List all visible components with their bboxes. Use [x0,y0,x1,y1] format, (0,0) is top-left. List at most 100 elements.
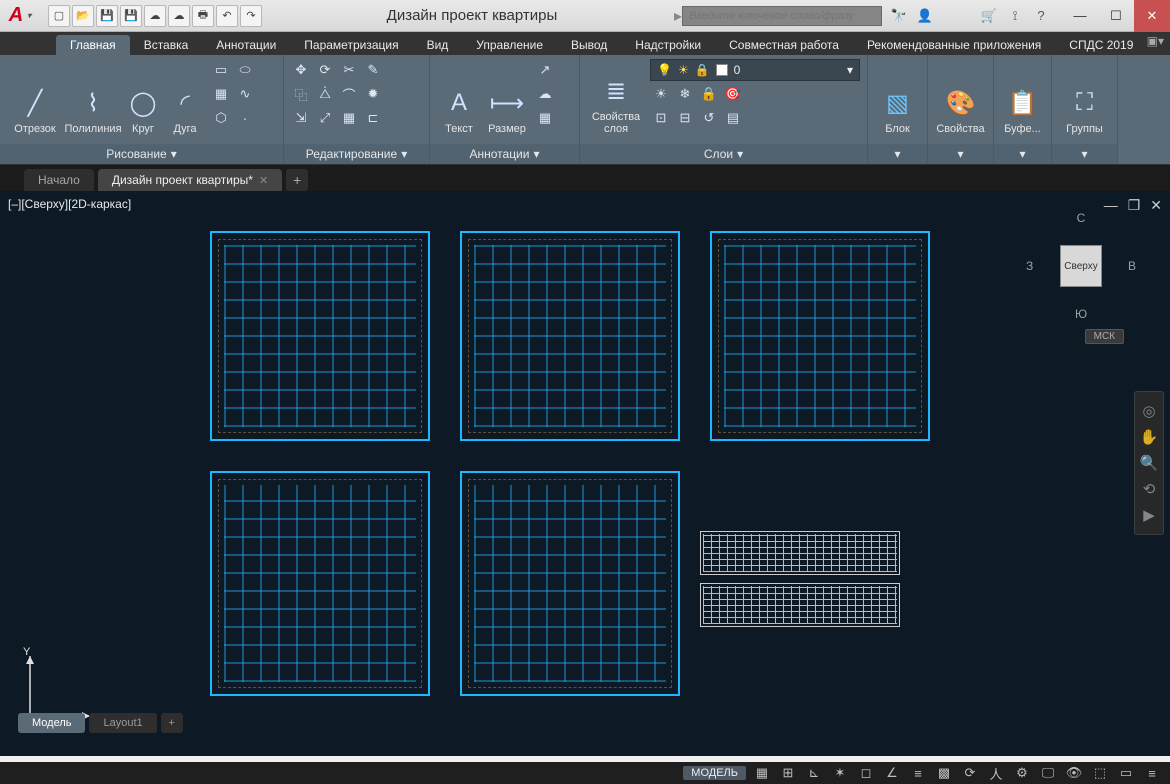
point-icon[interactable]: · [234,107,256,129]
transparency-icon[interactable]: ▩ [934,764,954,782]
array-icon[interactable]: ▦ [338,107,360,129]
workspace-icon[interactable]: ⚙ [1012,764,1032,782]
isolate-icon[interactable]: 👁 [1064,764,1084,782]
open-icon[interactable]: 📂 [72,5,94,27]
floor-plan-4[interactable] [210,471,430,696]
layer-props-button[interactable]: ≣Свойства слоя [586,59,646,137]
app-store-icon[interactable]: 🛒 [980,7,998,25]
layer-lock-icon[interactable]: 🔒 [698,83,720,105]
tab-output[interactable]: Вывод [557,35,621,55]
cloud-icon[interactable]: ☁ [534,83,556,105]
osnap-icon[interactable]: ◻ [856,764,876,782]
table-icon[interactable]: ▦ [534,107,556,129]
close-tab-icon[interactable]: ✕ [259,174,268,187]
viewcube-west[interactable]: З [1026,259,1033,273]
ribbon-collapse-icon[interactable]: ▣▾ [1147,34,1164,48]
signin-icon[interactable]: 👤 [916,7,934,25]
panel-annotation-title[interactable]: Аннотации▾ [430,144,579,164]
layout-tab-model[interactable]: Модель [18,713,85,733]
otrack-icon[interactable]: ∠ [882,764,902,782]
offset-icon[interactable]: ⊏ [362,107,384,129]
viewcube-south[interactable]: Ю [1075,307,1087,321]
erase-icon[interactable]: ✎ [362,59,384,81]
orbit-icon[interactable]: ⟲ [1143,480,1156,498]
polygon-icon[interactable]: ⬡ [210,107,232,129]
polar-icon[interactable]: ✶ [830,764,850,782]
tab-featured[interactable]: Рекомендованные приложения [853,35,1055,55]
viewcube-face[interactable]: Сверху [1060,245,1102,287]
panel-draw-title[interactable]: Рисование▾ [0,144,283,164]
ellipse-icon[interactable]: ⬭ [234,59,256,81]
a360-icon[interactable]: ⟟ [1006,7,1024,25]
pan-icon[interactable]: ✋ [1140,428,1159,446]
layer-off-icon[interactable]: ☀ [650,83,672,105]
floor-plan-3[interactable] [710,231,930,441]
tab-spds[interactable]: СПДС 2019 [1055,35,1147,55]
circle-button[interactable]: ◯Круг [122,59,164,137]
cloud-open-icon[interactable]: ☁ [144,5,166,27]
floor-plan-1[interactable] [210,231,430,441]
layer-combo[interactable]: 💡 ☀ 🔒 0 ▾ [650,59,860,81]
tab-annotate[interactable]: Аннотации [202,35,290,55]
rotate-icon[interactable]: ⟳ [314,59,336,81]
layer-uniso-icon[interactable]: ⊟ [674,107,696,129]
layer-iso-icon[interactable]: ⊡ [650,107,672,129]
cycling-icon[interactable]: ⟳ [960,764,980,782]
viewport-label[interactable]: [–][Сверху][2D-каркас] [8,197,131,211]
line-button[interactable]: ╱Отрезок [6,59,64,137]
panel-block-title[interactable]: ▾ [868,144,927,164]
vp-close-icon[interactable]: ✕ [1150,197,1162,214]
mirror-icon[interactable]: ⧊ [314,83,336,105]
dimension-button[interactable]: ⟼Размер [482,59,532,137]
rect-icon[interactable]: ▭ [210,59,232,81]
ortho-icon[interactable]: ⊾ [804,764,824,782]
layer-match-icon[interactable]: 🎯 [722,83,744,105]
tab-collab[interactable]: Совместная работа [715,35,853,55]
copy-icon[interactable]: ⿻ [290,83,312,105]
app-menu-button[interactable]: A [0,0,40,32]
elevation-2[interactable] [700,583,900,627]
viewcube[interactable]: С Ю З В Сверху [1026,211,1136,321]
layout-tab-layout1[interactable]: Layout1 [89,713,156,733]
help-search-input[interactable] [682,6,882,26]
hatch-icon[interactable]: ▦ [210,83,232,105]
floor-plan-5[interactable] [460,471,680,696]
monitor-icon[interactable]: 🖵 [1038,764,1058,782]
help-icon[interactable]: ? [1032,7,1050,25]
clipboard-button[interactable]: 📋Буфе... [1000,59,1045,137]
viewcube-east[interactable]: В [1128,259,1136,273]
status-mode[interactable]: МОДЕЛЬ [683,766,746,780]
panel-layers-title[interactable]: Слои▾ [580,144,867,164]
tab-addins[interactable]: Надстройки [621,35,715,55]
print-icon[interactable]: 🖶 [192,5,214,27]
cleanscreen-icon[interactable]: ▭ [1116,764,1136,782]
floor-plan-2[interactable] [460,231,680,441]
saveas-icon[interactable]: 💾 [120,5,142,27]
explode-icon[interactable]: ✹ [362,83,384,105]
cloud-save-icon[interactable]: ☁ [168,5,190,27]
wcs-badge[interactable]: МСК [1085,329,1124,344]
leader-icon[interactable]: ↗ [534,59,556,81]
tab-insert[interactable]: Вставка [130,35,203,55]
new-icon[interactable]: ▢ [48,5,70,27]
tab-parametric[interactable]: Параметризация [290,35,412,55]
move-icon[interactable]: ✥ [290,59,312,81]
zoom-icon[interactable]: 🔍 [1140,454,1159,472]
filetab-start[interactable]: Начало [24,169,94,191]
close-button[interactable]: ✕ [1134,0,1170,32]
snap-icon[interactable]: ⊞ [778,764,798,782]
fillet-icon[interactable]: ⌒ [338,83,360,105]
layer-prev-icon[interactable]: ↺ [698,107,720,129]
tab-view[interactable]: Вид [413,35,463,55]
panel-clipboard-title[interactable]: ▾ [994,144,1051,164]
text-button[interactable]: AТекст [436,59,482,137]
viewcube-north[interactable]: С [1077,211,1086,225]
layout-tab-add[interactable]: + [161,713,183,733]
customize-icon[interactable]: ≡ [1142,764,1162,782]
grid-icon[interactable]: ▦ [752,764,772,782]
wheel-icon[interactable]: ◎ [1142,402,1155,420]
properties-button[interactable]: 🎨Свойства [934,59,987,137]
undo-icon[interactable]: ↶ [216,5,238,27]
hardware-icon[interactable]: ⬚ [1090,764,1110,782]
scale-icon[interactable]: ⤢ [314,107,336,129]
